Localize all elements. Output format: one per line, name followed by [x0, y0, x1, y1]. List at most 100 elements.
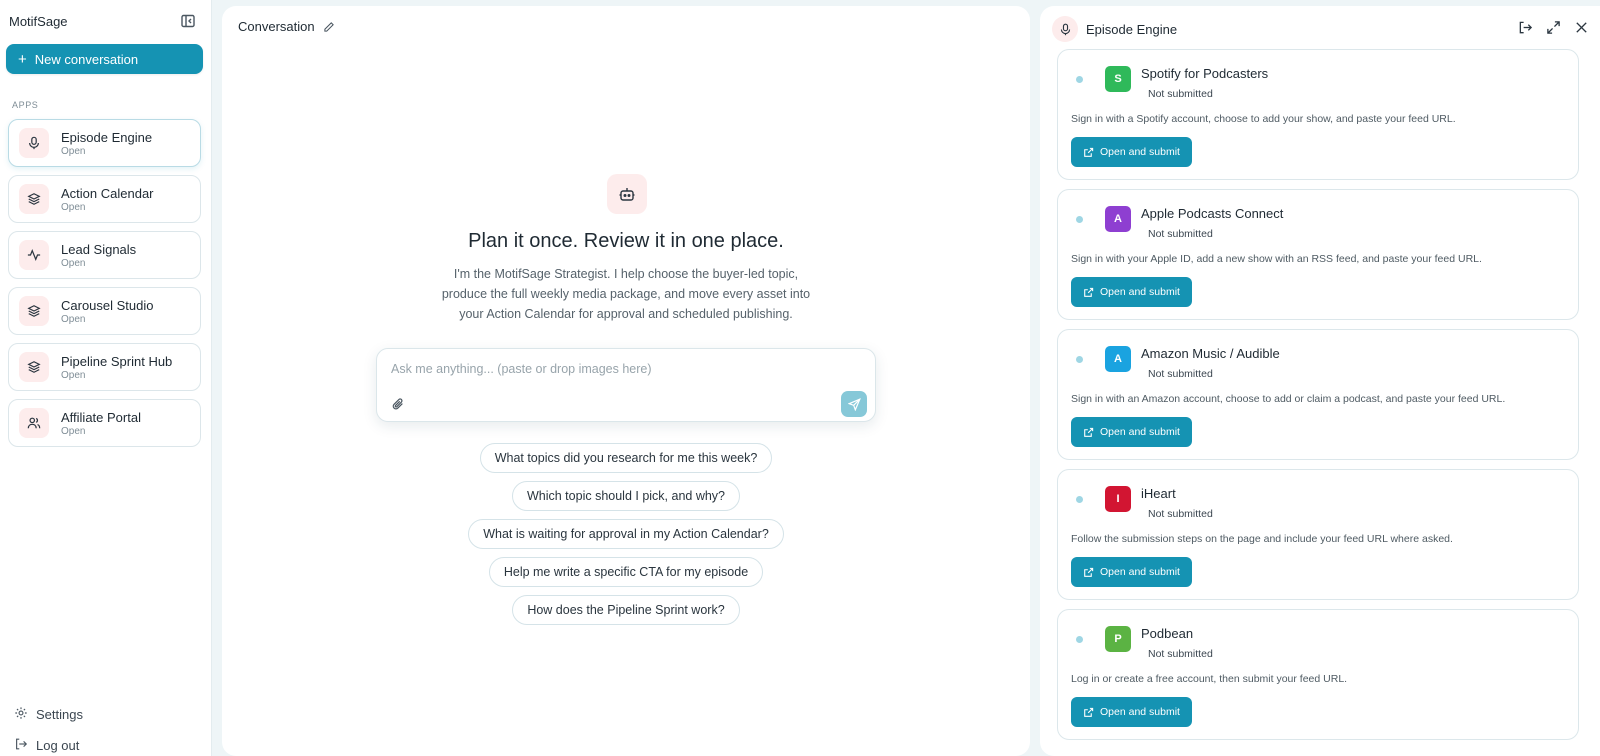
platform-logo: S: [1105, 66, 1131, 92]
users-icon: [19, 408, 49, 438]
expand-icon[interactable]: [1546, 20, 1562, 36]
hero-title: Plan it once. Review it in one place.: [468, 230, 784, 252]
new-conversation-button[interactable]: + New conversation: [6, 44, 203, 74]
activity-icon: [19, 240, 49, 270]
collapse-sidebar-icon[interactable]: [180, 13, 196, 29]
open-and-submit-button[interactable]: Open and submit: [1071, 277, 1192, 307]
mic-icon: [19, 128, 49, 158]
external-link-icon: [1084, 567, 1094, 577]
platform-logo: I: [1105, 486, 1131, 512]
platform-card: P Podbean Not submitted Log in or create…: [1057, 609, 1579, 740]
apps-section-label: APPS: [12, 100, 39, 110]
app-name: Action Calendar: [61, 185, 154, 201]
gear-icon: [14, 706, 28, 723]
hero-subtitle: I'm the MotifSage Strategist. I help cho…: [441, 267, 811, 321]
plus-icon: +: [18, 50, 27, 68]
logout-icon: [14, 737, 28, 754]
app-status: Open: [61, 369, 86, 381]
status-dot: [1076, 496, 1083, 503]
platform-card: S Spotify for Podcasters Not submitted S…: [1057, 49, 1579, 180]
layers-icon: [19, 184, 49, 214]
platform-name: Amazon Music / Audible: [1141, 346, 1280, 361]
app-status: Open: [61, 257, 86, 269]
episode-engine-panel: Episode Engine S Spotify for Podcasters …: [1040, 6, 1600, 756]
close-icon[interactable]: [1574, 20, 1590, 36]
send-button[interactable]: [841, 391, 867, 417]
submission-status: Not submitted: [1148, 368, 1213, 380]
open-and-submit-label: Open and submit: [1100, 426, 1180, 438]
platform-name: Apple Podcasts Connect: [1141, 206, 1284, 221]
panel-actions: [1518, 20, 1590, 36]
layers-icon: [19, 296, 49, 326]
status-dot: [1076, 636, 1083, 643]
open-and-submit-label: Open and submit: [1100, 286, 1180, 298]
external-link-icon: [1084, 147, 1094, 157]
platform-name: iHeart: [1141, 486, 1176, 501]
platform-description: Sign in with a Spotify account, choose t…: [1071, 113, 1456, 125]
open-and-submit-label: Open and submit: [1100, 566, 1180, 578]
bot-icon: [607, 174, 647, 214]
suggestion-chip[interactable]: What is waiting for approval in my Actio…: [468, 519, 784, 549]
external-link-icon: [1084, 707, 1094, 717]
platform-logo: A: [1105, 346, 1131, 372]
layers-icon: [19, 352, 49, 382]
app-status: Open: [61, 313, 86, 325]
app-list: Episode Engine Open Action Calendar Open L…: [8, 119, 201, 455]
app-name: Lead Signals: [61, 241, 137, 257]
external-link-icon: [1084, 287, 1094, 297]
app-name: Carousel Studio: [61, 297, 154, 313]
message-composer: [376, 348, 876, 422]
open-and-submit-button[interactable]: Open and submit: [1071, 557, 1192, 587]
pencil-icon[interactable]: [323, 21, 335, 33]
app-item-pipeline-sprint-hub[interactable]: Pipeline Sprint Hub Open: [8, 343, 201, 391]
open-and-submit-button[interactable]: Open and submit: [1071, 697, 1192, 727]
platform-name: Podbean: [1141, 626, 1194, 641]
paperclip-icon[interactable]: [391, 397, 407, 413]
app-item-action-calendar[interactable]: Action Calendar Open: [8, 175, 201, 223]
status-dot: [1076, 76, 1083, 83]
app-item-carousel-studio[interactable]: Carousel Studio Open: [8, 287, 201, 335]
platform-card: A Apple Podcasts Connect Not submitted S…: [1057, 189, 1579, 320]
app-item-affiliate-portal[interactable]: Affiliate Portal Open: [8, 399, 201, 447]
platform-description: Sign in with your Apple ID, add a new sh…: [1071, 253, 1482, 265]
send-icon: [847, 397, 861, 411]
panel-header: Episode Engine: [1052, 16, 1177, 42]
app-name: Affiliate Portal: [61, 409, 141, 425]
open-and-submit-button[interactable]: Open and submit: [1071, 137, 1192, 167]
suggestion-chip[interactable]: What topics did you research for me this…: [479, 443, 773, 473]
settings-label: Settings: [36, 707, 83, 722]
logout-label: Log out: [36, 738, 80, 753]
platform-description: Log in or create a free account, then su…: [1071, 673, 1348, 685]
brand-name: MotifSage: [9, 14, 68, 29]
platform-card: I iHeart Not submitted Follow the submis…: [1057, 469, 1579, 600]
app-status: Open: [61, 145, 86, 157]
app-status: Open: [61, 425, 86, 437]
settings-link[interactable]: Settings: [14, 706, 194, 723]
app-name: Pipeline Sprint Hub: [61, 353, 173, 369]
open-and-submit-label: Open and submit: [1100, 146, 1180, 158]
open-and-submit-button[interactable]: Open and submit: [1071, 417, 1192, 447]
suggestion-chip[interactable]: Help me write a specific CTA for my epis…: [488, 557, 764, 587]
logout-link[interactable]: Log out: [14, 737, 194, 754]
message-input[interactable]: [391, 359, 851, 379]
open-and-submit-label: Open and submit: [1100, 706, 1180, 718]
submission-status: Not submitted: [1148, 88, 1213, 100]
submission-status: Not submitted: [1148, 228, 1213, 240]
conversation-panel: Conversation Plan it once. Review it in …: [222, 6, 1030, 756]
exit-panel-icon[interactable]: [1518, 20, 1534, 36]
mic-icon: [1052, 16, 1078, 42]
platform-logo: P: [1105, 626, 1131, 652]
suggestion-chip[interactable]: Which topic should I pick, and why?: [511, 481, 741, 511]
conversation-header: Conversation: [238, 19, 335, 34]
platform-logo: A: [1105, 206, 1131, 232]
status-dot: [1076, 356, 1083, 363]
suggestion-chip[interactable]: How does the Pipeline Sprint work?: [512, 595, 740, 625]
platform-card-list: S Spotify for Podcasters Not submitted S…: [1057, 49, 1579, 749]
sidebar: MotifSage + New conversation APPS Episod…: [0, 0, 212, 756]
platform-name: Spotify for Podcasters: [1141, 66, 1269, 81]
new-conversation-label: New conversation: [34, 51, 139, 67]
status-dot: [1076, 216, 1083, 223]
app-item-lead-signals[interactable]: Lead Signals Open: [8, 231, 201, 279]
app-item-episode-engine[interactable]: Episode Engine Open: [8, 119, 201, 167]
external-link-icon: [1084, 427, 1094, 437]
